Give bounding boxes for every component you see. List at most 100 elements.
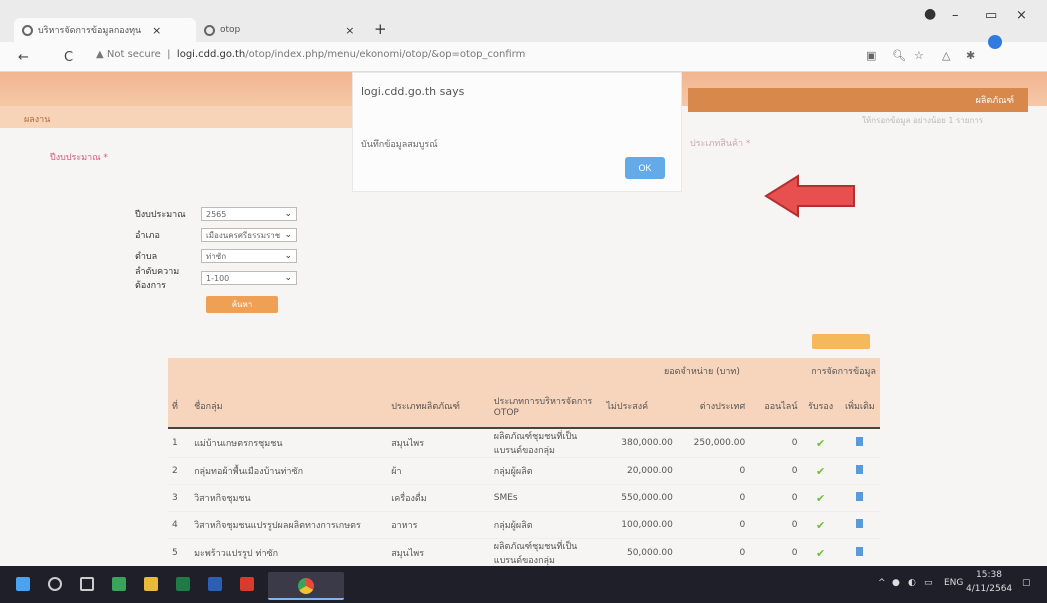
cell-name: มะพร้าวแปรรูป ท่าซัก bbox=[190, 538, 388, 568]
cell-sales: 100,000.00 bbox=[602, 511, 677, 539]
cell-online: 0 bbox=[749, 538, 802, 568]
word-icon[interactable] bbox=[208, 577, 222, 591]
windows-taskbar: ^ ● ◐ ▭ ENG 15:38 4/11/2564 ▢ bbox=[0, 566, 1047, 603]
network-icon[interactable]: ● bbox=[892, 578, 900, 588]
subdistrict-select[interactable]: ท่าซัก ⌄ bbox=[201, 249, 297, 263]
cell-foreign: 0 bbox=[676, 457, 750, 485]
minimize-button[interactable]: – bbox=[952, 8, 959, 23]
table-row: 3 วิสาหกิจชุมชน เครื่องดื่ม SMEs 550,000… bbox=[168, 484, 880, 512]
chevron-down-icon: ⌄ bbox=[284, 209, 292, 219]
cell-no: 1 bbox=[168, 428, 191, 458]
tab-title: otop bbox=[220, 25, 241, 35]
line-app-icon[interactable] bbox=[112, 577, 126, 591]
cell-edit bbox=[839, 428, 880, 458]
filter-subdistrict: ตำบล ท่าซัก ⌄ bbox=[135, 248, 297, 264]
notification-icon[interactable]: ▢ bbox=[1022, 578, 1031, 588]
language-indicator[interactable]: ENG bbox=[944, 578, 963, 588]
header-group-manage: การจัดการข้อมูล bbox=[811, 367, 876, 377]
search-icon[interactable] bbox=[48, 577, 62, 591]
maximize-button[interactable]: ▭ bbox=[985, 8, 997, 23]
edit-document-icon[interactable] bbox=[856, 437, 864, 446]
rank-value: 1-100 bbox=[206, 273, 230, 283]
cell-type: อาหาร bbox=[387, 511, 490, 539]
year-select[interactable]: 2565 ⌄ bbox=[201, 207, 297, 221]
url-field[interactable]: ▲ Not secure | logi.cdd.go.th/otop/index… bbox=[96, 49, 525, 60]
edit-document-icon[interactable] bbox=[856, 465, 864, 474]
clock-date[interactable]: 4/11/2564 bbox=[966, 584, 1012, 594]
edit-document-icon[interactable] bbox=[856, 547, 864, 556]
cell-type: สมุนไพร bbox=[387, 428, 490, 458]
district-select[interactable]: เมืองนครศรีธรรมราช ⌄ bbox=[201, 228, 297, 242]
reload-icon[interactable]: C bbox=[64, 50, 73, 65]
cell-type: สมุนไพร bbox=[387, 538, 490, 568]
check-icon: ✔ bbox=[801, 428, 840, 458]
battery-icon[interactable]: ▭ bbox=[924, 578, 933, 588]
puzzle-icon[interactable]: ✱ bbox=[966, 49, 975, 62]
cell-sales: 550,000.00 bbox=[602, 484, 677, 512]
browser-tab-otop[interactable]: otop × bbox=[196, 18, 366, 42]
cell-edit bbox=[839, 511, 880, 539]
browser-tab-fund[interactable]: บริหารจัดการข้อมูลกองทุน × bbox=[14, 18, 196, 42]
cell-foreign: 0 bbox=[676, 484, 750, 512]
excel-icon[interactable] bbox=[176, 577, 190, 591]
drive-icon[interactable]: △ bbox=[942, 49, 950, 62]
close-tab-icon[interactable]: × bbox=[345, 24, 354, 37]
header-group-sales: ยอดจำหน่าย (บาท) bbox=[664, 367, 740, 377]
close-tab-icon[interactable]: × bbox=[152, 24, 161, 37]
extension-icon[interactable]: ▣ bbox=[866, 49, 876, 62]
acrobat-icon[interactable] bbox=[240, 577, 254, 591]
dialog-message: บันทึกข้อมูลสมบูรณ์ bbox=[361, 140, 438, 150]
search-button[interactable]: ค้นหา bbox=[206, 296, 278, 313]
cell-online: 0 bbox=[749, 457, 802, 485]
file-explorer-icon[interactable] bbox=[144, 577, 158, 591]
table-header-row: ที่ ชื่อกลุ่ม ประเภทผลิตภัณฑ์ ประเภทการบ… bbox=[168, 384, 880, 429]
cell-mgmt: SMEs bbox=[489, 484, 603, 512]
edit-document-icon[interactable] bbox=[856, 492, 864, 501]
not-secure-label: Not secure bbox=[106, 49, 161, 60]
table-row: 5 มะพร้าวแปรรูป ท่าซัก สมุนไพร ผลิตภัณฑ์… bbox=[168, 538, 880, 568]
back-arrow-icon[interactable]: ← bbox=[18, 50, 29, 65]
globe-icon bbox=[22, 24, 33, 36]
dialog-title: logi.cdd.go.th says bbox=[361, 85, 465, 98]
cell-name: วิสาหกิจชุมชนแปรรูปผลผลิตทางการเกษตร bbox=[190, 511, 388, 539]
profile-avatar[interactable] bbox=[988, 35, 1002, 49]
ok-button[interactable]: OK bbox=[625, 157, 665, 179]
col-online: ออนไลน์ bbox=[749, 384, 802, 429]
chrome-icon bbox=[298, 578, 314, 594]
col-mgmt: ประเภทการบริหารจัดการ OTOP bbox=[489, 384, 603, 429]
subdistrict-value: ท่าซัก bbox=[206, 251, 227, 261]
cell-sales: 20,000.00 bbox=[602, 457, 677, 485]
required-field-label-right: ประเภทสินค้า * bbox=[690, 139, 751, 149]
edit-document-icon[interactable] bbox=[856, 519, 864, 528]
cell-edit bbox=[839, 538, 880, 568]
table-header-group-row: ยอดจำหน่าย (บาท) การจัดการข้อมูล bbox=[168, 358, 880, 384]
check-icon: ✔ bbox=[801, 457, 840, 485]
cell-mgmt: ผลิตภัณฑ์ชุมชนที่เป็นแบรนด์ของกลุ่ม bbox=[489, 538, 603, 568]
globe-icon bbox=[204, 24, 215, 36]
cell-name: แม่บ้านเกษตรกรชุมชน bbox=[190, 428, 388, 458]
cell-type: ผ้า bbox=[387, 457, 490, 485]
table-row: 2 กลุ่มทอผ้าพื้นเมืองบ้านท่าซัก ผ้า กลุ่… bbox=[168, 457, 880, 485]
check-icon: ✔ bbox=[801, 511, 840, 539]
windows-start-icon[interactable] bbox=[16, 577, 30, 591]
record-icon[interactable]: ● bbox=[924, 6, 936, 22]
col-sales: ไม่ประสงค์ bbox=[602, 384, 677, 429]
url-path: /otop/index.php/menu/ekonomi/otop/&op=ot… bbox=[245, 49, 526, 60]
cell-sales: 50,000.00 bbox=[602, 538, 677, 568]
rank-select[interactable]: 1-100 ⌄ bbox=[201, 271, 297, 285]
clock-time[interactable]: 15:38 bbox=[976, 570, 1002, 580]
alert-dialog: logi.cdd.go.th says บันทึกข้อมูลสมบูรณ์ … bbox=[352, 72, 682, 192]
filter-year: ปีงบประมาณ 2565 ⌄ bbox=[135, 206, 297, 222]
zoom-icon[interactable]: 🔍︎ bbox=[892, 49, 906, 62]
task-view-icon[interactable] bbox=[80, 577, 94, 591]
cell-type: เครื่องดื่ม bbox=[387, 484, 490, 512]
star-icon[interactable]: ☆ bbox=[914, 49, 924, 62]
volume-icon[interactable]: ◐ bbox=[908, 578, 916, 588]
cell-edit bbox=[839, 484, 880, 512]
close-window-button[interactable]: × bbox=[1016, 8, 1027, 23]
add-button[interactable] bbox=[812, 334, 870, 349]
col-more: เพิ่มเติม bbox=[839, 384, 880, 429]
tray-up-icon[interactable]: ^ bbox=[878, 578, 886, 588]
new-tab-button[interactable]: + bbox=[374, 20, 387, 38]
cell-online: 0 bbox=[749, 428, 802, 458]
